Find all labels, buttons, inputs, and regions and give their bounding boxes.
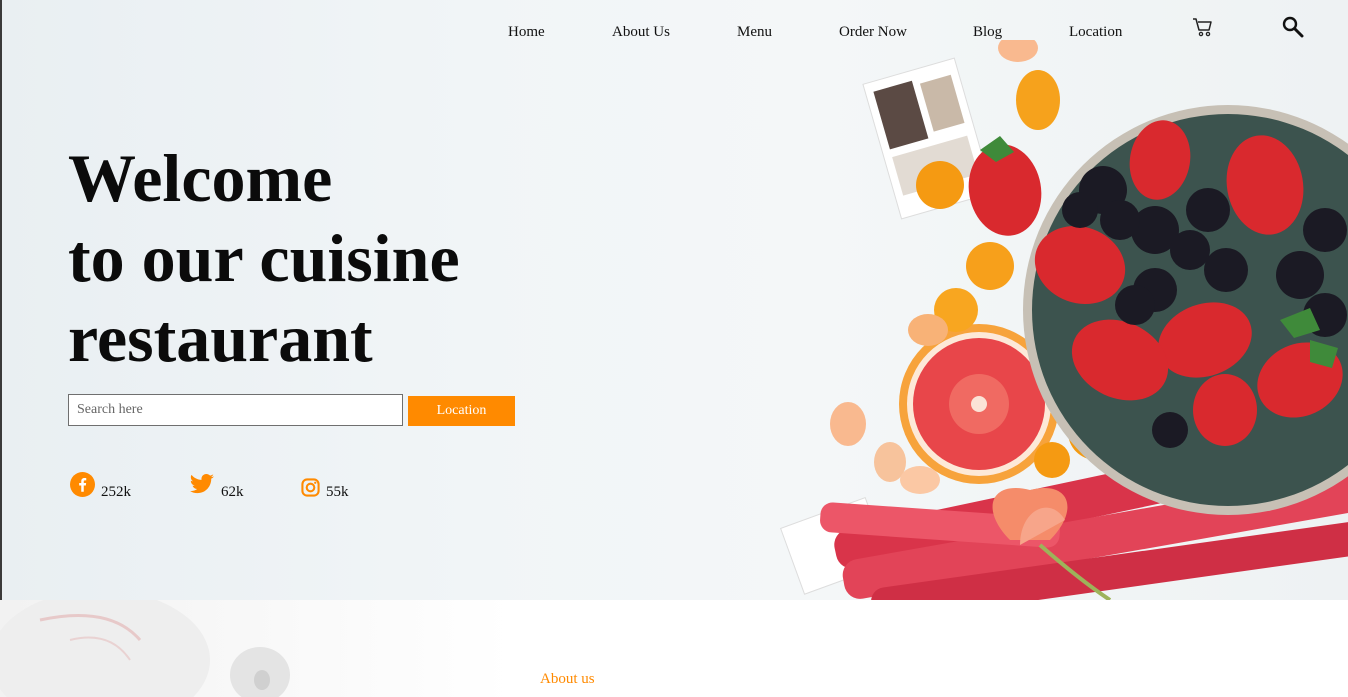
social-instagram[interactable]: 55k (301, 472, 349, 502)
nav-blog[interactable]: Blog (973, 24, 1002, 41)
instagram-count: 55k (326, 484, 349, 500)
hero-title-line-2: to our cuisine (68, 220, 460, 296)
nav-home[interactable]: Home (508, 24, 545, 41)
search-input[interactable] (68, 394, 403, 426)
nav-about-us[interactable]: About Us (612, 24, 670, 41)
chef-photo (0, 600, 290, 697)
nav-location[interactable]: Location (1069, 24, 1122, 41)
facebook-icon (70, 472, 95, 502)
location-button[interactable]: Location (408, 396, 515, 426)
twitter-count: 62k (221, 484, 244, 500)
main-nav: Home About Us Menu Order Now Blog Locati… (0, 16, 1348, 46)
hero-title: Welcome to our cuisine restaurant (68, 138, 460, 378)
hero-title-line-1: Welcome (68, 140, 333, 216)
about-us-label: About us (540, 671, 595, 687)
hero-section: Home About Us Menu Order Now Blog Locati… (0, 0, 1348, 600)
facebook-count: 252k (101, 484, 131, 500)
nav-menu[interactable]: Menu (737, 24, 772, 41)
nav-order-now[interactable]: Order Now (839, 24, 907, 41)
social-twitter[interactable]: 62k (189, 472, 244, 502)
hero-title-line-3: restaurant (68, 300, 373, 376)
instagram-icon (301, 478, 320, 502)
search-icon[interactable] (1282, 16, 1304, 43)
food-image (780, 40, 1348, 600)
social-facebook[interactable]: 252k (70, 472, 131, 502)
twitter-icon (189, 473, 215, 502)
cart-icon[interactable] (1192, 16, 1214, 43)
about-image (0, 600, 512, 697)
